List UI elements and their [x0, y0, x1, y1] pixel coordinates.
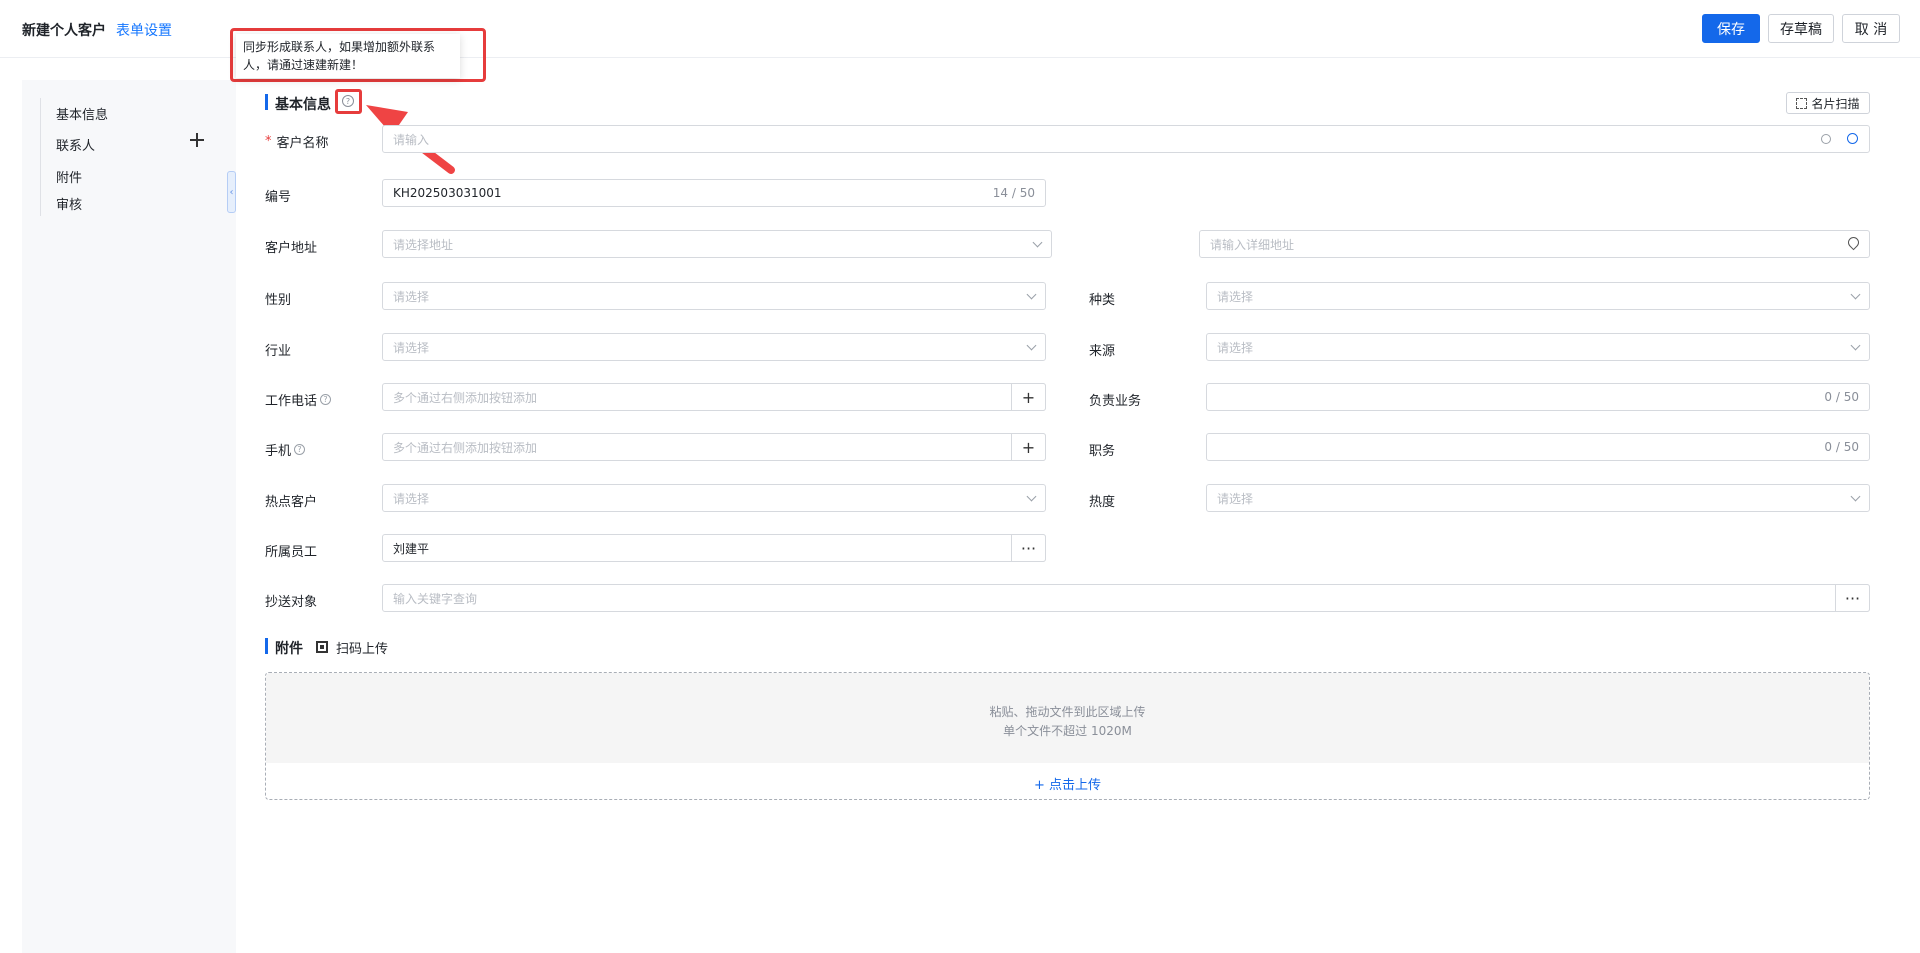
help-icon: ?: [320, 394, 332, 405]
save-button[interactable]: 保存: [1702, 14, 1760, 43]
chevron-down-icon: [1850, 340, 1861, 351]
source-label: 来源: [1089, 344, 1116, 359]
business-input[interactable]: 0 / 50: [1206, 383, 1870, 411]
upload-size-limit: 单个文件不超过 1020M: [1003, 724, 1132, 738]
category-label: 种类: [1089, 293, 1116, 308]
search-icon[interactable]: [1847, 133, 1858, 144]
form-settings-link[interactable]: 表单设置: [116, 20, 172, 40]
save-draft-button[interactable]: 存草稿: [1768, 14, 1834, 43]
location-pin-icon: [1845, 234, 1862, 251]
sidebar-item-attachments[interactable]: 附件: [56, 167, 82, 186]
select-cc-button[interactable]: ···: [1835, 584, 1870, 612]
section-title-basic-info: 基本信息: [275, 97, 331, 113]
address-label: 客户地址: [265, 241, 318, 256]
click-upload-button[interactable]: + 点击上传: [266, 774, 1869, 793]
qr-code-icon[interactable]: [316, 641, 328, 653]
chevron-down-icon: [1026, 289, 1037, 300]
hot-customer-label: 热点客户: [265, 495, 318, 510]
gender-select[interactable]: 请选择: [382, 282, 1046, 310]
scan-icon: [1796, 97, 1808, 109]
category-select[interactable]: 请选择: [1206, 282, 1870, 310]
sidebar-divider: [40, 98, 41, 216]
chevron-down-icon: [1850, 491, 1861, 502]
work-phone-input[interactable]: 多个通过右侧添加按钮添加 +: [382, 383, 1046, 411]
code-input[interactable]: KH202503031001 14 / 50: [382, 179, 1046, 207]
scan-business-card-button[interactable]: 名片扫描: [1786, 92, 1870, 114]
sidebar: [22, 80, 236, 953]
upload-hint: 粘贴、拖动文件到此区域上传: [989, 705, 1146, 719]
address-detail-input[interactable]: 请输入详细地址: [1199, 230, 1870, 258]
position-input[interactable]: 0 / 50: [1206, 433, 1870, 461]
customer-name-input[interactable]: 请输入: [382, 125, 1870, 153]
sidebar-collapse-handle[interactable]: ‹: [227, 171, 236, 213]
industry-select[interactable]: 请选择: [382, 333, 1046, 361]
help-icon: ?: [294, 444, 306, 455]
chevron-down-icon: [1026, 340, 1037, 351]
gender-label: 性别: [265, 293, 292, 308]
code-label: 编号: [265, 190, 292, 205]
heat-select[interactable]: 请选择: [1206, 484, 1870, 512]
cc-label: 抄送对象: [265, 595, 318, 610]
sidebar-item-review[interactable]: 审核: [56, 194, 82, 213]
page-title: 新建个人客户: [22, 23, 106, 39]
info-icon: [1821, 134, 1831, 144]
customer-name-label: * 客户名称: [265, 134, 329, 151]
heat-label: 热度: [1089, 495, 1116, 510]
add-contact-icon[interactable]: [190, 133, 204, 147]
mobile-label: 手机?: [265, 440, 306, 459]
employee-label: 所属员工: [265, 545, 318, 560]
section-title-attachments: 附件: [275, 641, 303, 657]
upload-dropzone[interactable]: 粘贴、拖动文件到此区域上传 单个文件不超过 1020M + 点击上传: [265, 672, 1870, 800]
add-mobile-button[interactable]: +: [1011, 433, 1046, 461]
source-select[interactable]: 请选择: [1206, 333, 1870, 361]
chevron-down-icon: [1850, 289, 1861, 300]
chevron-down-icon: [1026, 491, 1037, 502]
scan-upload-link[interactable]: 扫码上传: [336, 638, 388, 657]
position-label: 职务: [1089, 444, 1116, 459]
add-work-phone-button[interactable]: +: [1011, 383, 1046, 411]
employee-input[interactable]: 刘建平 ···: [382, 534, 1046, 562]
address-select[interactable]: 请选择地址: [382, 230, 1052, 258]
cancel-button[interactable]: 取 消: [1842, 14, 1900, 43]
mobile-input[interactable]: 多个通过右侧添加按钮添加 +: [382, 433, 1046, 461]
work-phone-label: 工作电话?: [265, 390, 332, 409]
sidebar-item-contacts[interactable]: 联系人: [56, 135, 95, 154]
cc-input[interactable]: 输入关键字查询 ···: [382, 584, 1870, 612]
business-label: 负责业务: [1089, 394, 1142, 409]
chevron-down-icon: [1032, 237, 1043, 248]
section-marker: [265, 638, 268, 654]
section-marker: [265, 94, 268, 110]
sidebar-item-basic-info[interactable]: 基本信息: [56, 104, 108, 123]
hot-customer-select[interactable]: 请选择: [382, 484, 1046, 512]
help-icon-highlight: [335, 89, 362, 114]
industry-label: 行业: [265, 344, 292, 359]
scan-business-card-label: 名片扫描: [1811, 96, 1860, 111]
select-employee-button[interactable]: ···: [1011, 534, 1046, 562]
help-tooltip: 同步形成联系人，如果增加额外联系人，请通过速建新建！: [236, 34, 460, 78]
